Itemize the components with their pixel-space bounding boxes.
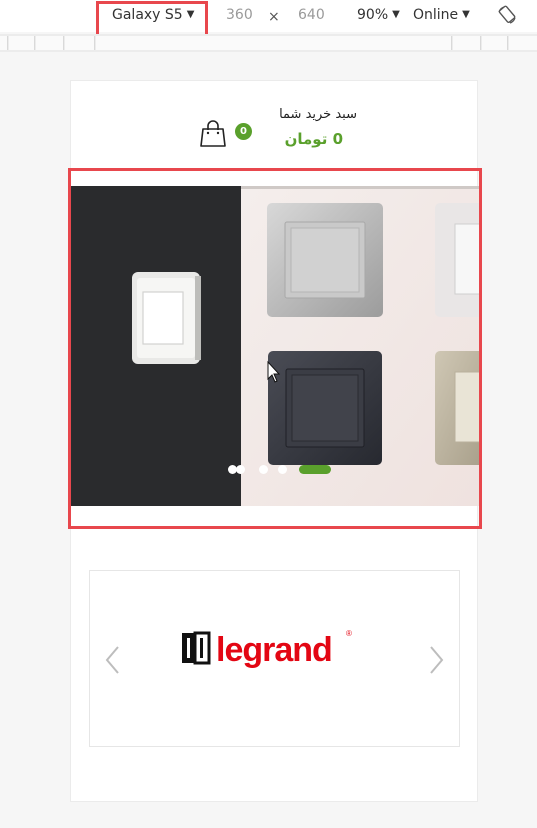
cart-count-badge: 0 xyxy=(235,123,252,140)
chevron-down-icon: ▼ xyxy=(392,9,400,20)
rotate-icon[interactable] xyxy=(497,5,517,25)
dimension-separator: × xyxy=(268,9,280,25)
media-query-ruler xyxy=(0,34,537,52)
slider-highlight xyxy=(68,168,482,529)
height-field[interactable]: 640 xyxy=(298,7,325,23)
chevron-down-icon: ▼ xyxy=(462,9,470,20)
device-select-highlight xyxy=(96,1,208,37)
cart-title: سبد خرید شما xyxy=(279,107,357,122)
width-field[interactable]: 360 xyxy=(226,7,253,23)
devtools-toolbar: Galaxy S5 ▼ 360 × 640 90% ▼ Online ▼ xyxy=(0,0,537,32)
cart-widget[interactable]: سبد خرید شما 0 تومان 0 xyxy=(195,107,365,163)
cart-total: 0 تومان xyxy=(284,130,343,148)
network-select[interactable]: Online ▼ xyxy=(413,7,470,23)
chevron-left-icon[interactable] xyxy=(102,643,124,677)
legrand-logo[interactable]: legrand ® xyxy=(178,627,358,677)
zoom-select[interactable]: 90% ▼ xyxy=(357,7,400,23)
brand-name: legrand xyxy=(216,631,333,669)
brand-carousel: legrand ® xyxy=(89,570,460,747)
registered-mark: ® xyxy=(346,629,352,638)
shopping-bag-icon[interactable] xyxy=(199,119,227,149)
chevron-right-icon[interactable] xyxy=(425,643,447,677)
network-value: Online xyxy=(413,7,459,23)
zoom-value: 90% xyxy=(357,7,389,23)
